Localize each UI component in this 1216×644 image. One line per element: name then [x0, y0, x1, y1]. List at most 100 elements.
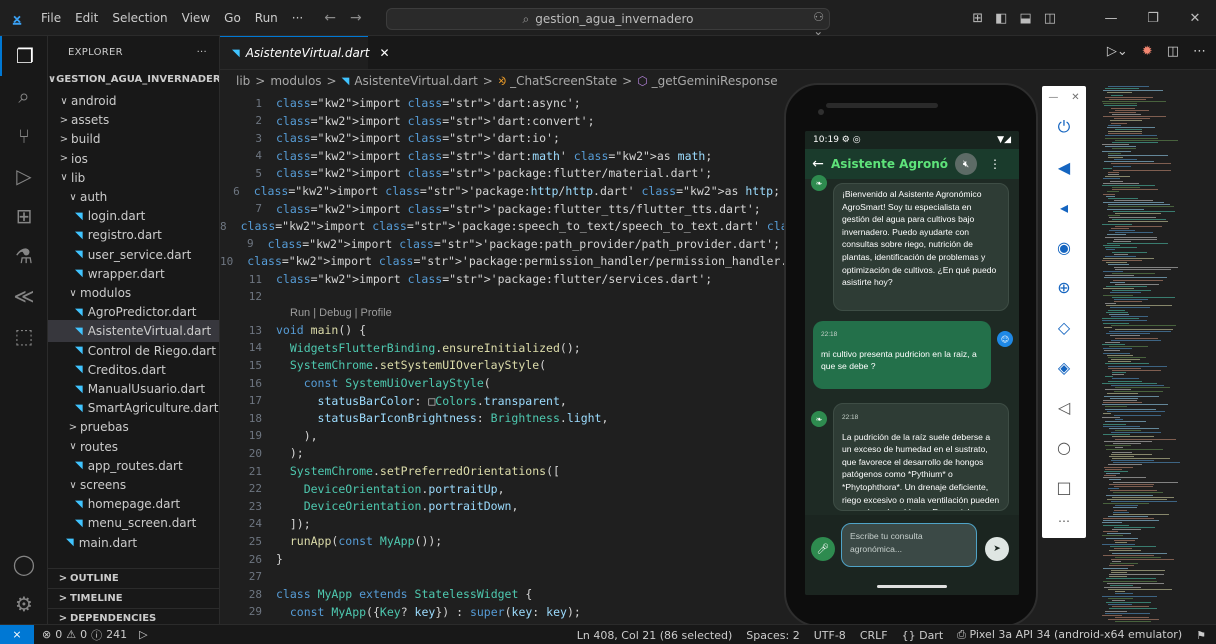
forward-arrow-icon[interactable]: →	[350, 10, 362, 26]
language-mode[interactable]: {} Dart	[902, 629, 944, 642]
extensions-icon[interactable]: ⊞	[0, 196, 48, 236]
account-icon[interactable]: ◯	[0, 544, 48, 584]
power-icon[interactable]: ⏻	[1042, 112, 1086, 142]
back-triangle-icon[interactable]: ◁	[1042, 392, 1086, 422]
minimap-line	[1108, 156, 1123, 158]
chat-input[interactable]: Escribe tu consulta agronómica...	[841, 523, 977, 567]
breadcrumb-class[interactable]: _ChatScreenState	[510, 74, 617, 88]
remote-indicator-icon[interactable]: ⨯	[0, 624, 34, 644]
toggle-sidebar-icon[interactable]: ◧	[995, 11, 1007, 26]
more-actions-icon[interactable]: ⋯	[1193, 44, 1206, 59]
home-circle-icon[interactable]: ○	[1042, 432, 1086, 462]
line-number: 15	[248, 358, 262, 372]
breadcrumb-method[interactable]: _getGeminiResponse	[652, 74, 778, 88]
menu-more[interactable]: ···	[285, 11, 310, 25]
flutter-hot-reload-icon[interactable]: ✹	[1142, 44, 1153, 59]
overview-square-icon[interactable]: □	[1042, 472, 1086, 502]
line-text: class="kw2">import class="str">'dart:mat…	[276, 148, 713, 163]
source-control-icon[interactable]: ⑂	[0, 116, 48, 156]
editor-tabs: ◥ AsistenteVirtual.dart ✕ ▷⌄ ✹ ◫ ⋯	[220, 36, 1216, 70]
dart-file-icon: ◥	[75, 364, 83, 376]
split-editor-icon[interactable]: ◫	[1167, 44, 1179, 59]
outline-section[interactable]: > OUTLINE	[48, 568, 219, 588]
device-selector[interactable]: ⎙ Pixel 3a API 34 (android-x64 emulator)	[957, 628, 1182, 642]
rotate-left-icon[interactable]: ◇	[1042, 312, 1086, 342]
minimize-icon[interactable]: —	[1090, 11, 1132, 26]
minimap-line	[1114, 548, 1132, 550]
menu-go[interactable]: Go	[217, 11, 248, 25]
volume-off-icon[interactable]: 🔇︎	[955, 153, 977, 175]
command-center-search[interactable]: ⌕ gestion_agua_invernadero	[386, 8, 830, 30]
remote-explorer-icon[interactable]: ⬚	[0, 316, 48, 356]
send-icon[interactable]: ➤	[985, 537, 1009, 561]
problems-indicator[interactable]: ⊗ 0 ⚠ 0 ⓘ 241 ▷	[42, 627, 148, 643]
breadcrumb-lib[interactable]: lib	[236, 74, 250, 88]
minimap-line	[1106, 602, 1151, 603]
run-debug-icon[interactable]: ▷	[0, 156, 48, 196]
menu-edit[interactable]: Edit	[68, 11, 105, 25]
search-view-icon[interactable]: ⌕	[0, 76, 48, 116]
minimap-line	[1111, 571, 1127, 573]
minimap-line	[1114, 253, 1128, 255]
workspace-root[interactable]: ∨ GESTION_AGUA_INVERNADERO	[48, 68, 219, 90]
emulator-minimize-icon[interactable]: —	[1048, 92, 1058, 103]
more-vert-icon[interactable]: ⋮	[989, 157, 1001, 171]
back-arrow-icon[interactable]: ←	[324, 10, 336, 26]
testing-icon[interactable]: ⚗	[0, 236, 48, 276]
encoding[interactable]: UTF-8	[814, 629, 846, 642]
minimap[interactable]	[1096, 86, 1206, 624]
emulator-close-icon[interactable]: ✕	[1071, 92, 1079, 103]
bot-avatar-icon: ❧	[811, 175, 827, 191]
code-editor[interactable]: 1 class="kw2">import class="str">'dart:as…	[220, 92, 898, 644]
menu-file[interactable]: File	[34, 11, 68, 25]
indentation[interactable]: Spaces: 2	[746, 629, 799, 642]
line-number: 8	[220, 219, 227, 233]
chevron-down-icon: ∨	[48, 73, 57, 85]
menu-view[interactable]: View	[175, 11, 217, 25]
mic-icon[interactable]: 🎤︎	[811, 537, 835, 561]
menu-selection[interactable]: Selection	[105, 11, 174, 25]
minimap-line	[1108, 154, 1168, 156]
close-window-icon[interactable]: ✕	[1174, 11, 1216, 26]
debug-icon[interactable]: ▷	[139, 628, 147, 641]
flutter-icon[interactable]: ≪	[0, 276, 48, 316]
volume-down-icon[interactable]: ◂	[1042, 192, 1086, 222]
explorer-icon[interactable]: ❐	[0, 36, 48, 76]
tree-item-label: Creditos.dart	[87, 362, 166, 377]
copilot-icon[interactable]: ⚇ ⌄	[813, 10, 824, 38]
run-debug-dropdown-icon[interactable]: ▷⌄	[1107, 44, 1128, 59]
customize-layout-icon[interactable]: ⊞	[972, 11, 983, 26]
tree-file[interactable]: ◥ main.dart	[48, 532, 219, 554]
cursor-position[interactable]: Ln 408, Col 21 (86 selected)	[577, 629, 733, 642]
rotate-right-icon[interactable]: ◈	[1042, 352, 1086, 382]
extended-controls-icon[interactable]: ⋯	[1042, 506, 1086, 536]
minimap-line	[1112, 290, 1151, 292]
toggle-panel-icon[interactable]: ⬓	[1019, 11, 1031, 26]
minimap-line	[1104, 326, 1112, 328]
timeline-section[interactable]: > TIMELINE	[48, 588, 219, 608]
manage-gear-icon[interactable]: ⚙	[0, 584, 48, 624]
zoom-icon[interactable]: ⊕	[1042, 272, 1086, 302]
minimap-line	[1105, 137, 1158, 139]
close-tab-icon[interactable]: ✕	[379, 46, 389, 60]
restore-icon[interactable]: ❐	[1132, 11, 1174, 26]
breadcrumb-file[interactable]: AsistenteVirtual.dart	[354, 74, 477, 88]
tab-asistente-virtual[interactable]: ◥ AsistenteVirtual.dart ✕	[220, 36, 390, 69]
emulator-screen[interactable]: 10:19 ⚙ ◎ ▼◢ ← Asistente Agronóm... 🔇︎ ⋮…	[805, 131, 1019, 595]
toggle-secondary-sidebar-icon[interactable]: ◫	[1044, 11, 1056, 26]
codelens-run-debug[interactable]: Run | Debug | Profile	[290, 307, 392, 319]
tree-item-label: SmartAgriculture.dart	[87, 401, 219, 416]
minimap-line	[1104, 277, 1167, 279]
menu-run[interactable]: Run	[248, 11, 285, 25]
breadcrumb-modulos[interactable]: modulos	[270, 74, 321, 88]
minimap-line	[1106, 333, 1150, 335]
back-arrow-icon[interactable]: ←	[805, 156, 831, 172]
volume-up-icon[interactable]: ◀︎	[1042, 152, 1086, 182]
screenshot-camera-icon[interactable]: ◉	[1042, 232, 1086, 262]
notifications-bell-icon[interactable]: ⚑	[1196, 629, 1206, 642]
explorer-more-icon[interactable]: ···	[197, 47, 207, 58]
minimap-line	[1114, 485, 1153, 487]
minimap-line	[1103, 103, 1137, 105]
line-ending[interactable]: CRLF	[860, 629, 888, 642]
dependencies-section[interactable]: > DEPENDENCIES	[48, 608, 219, 624]
